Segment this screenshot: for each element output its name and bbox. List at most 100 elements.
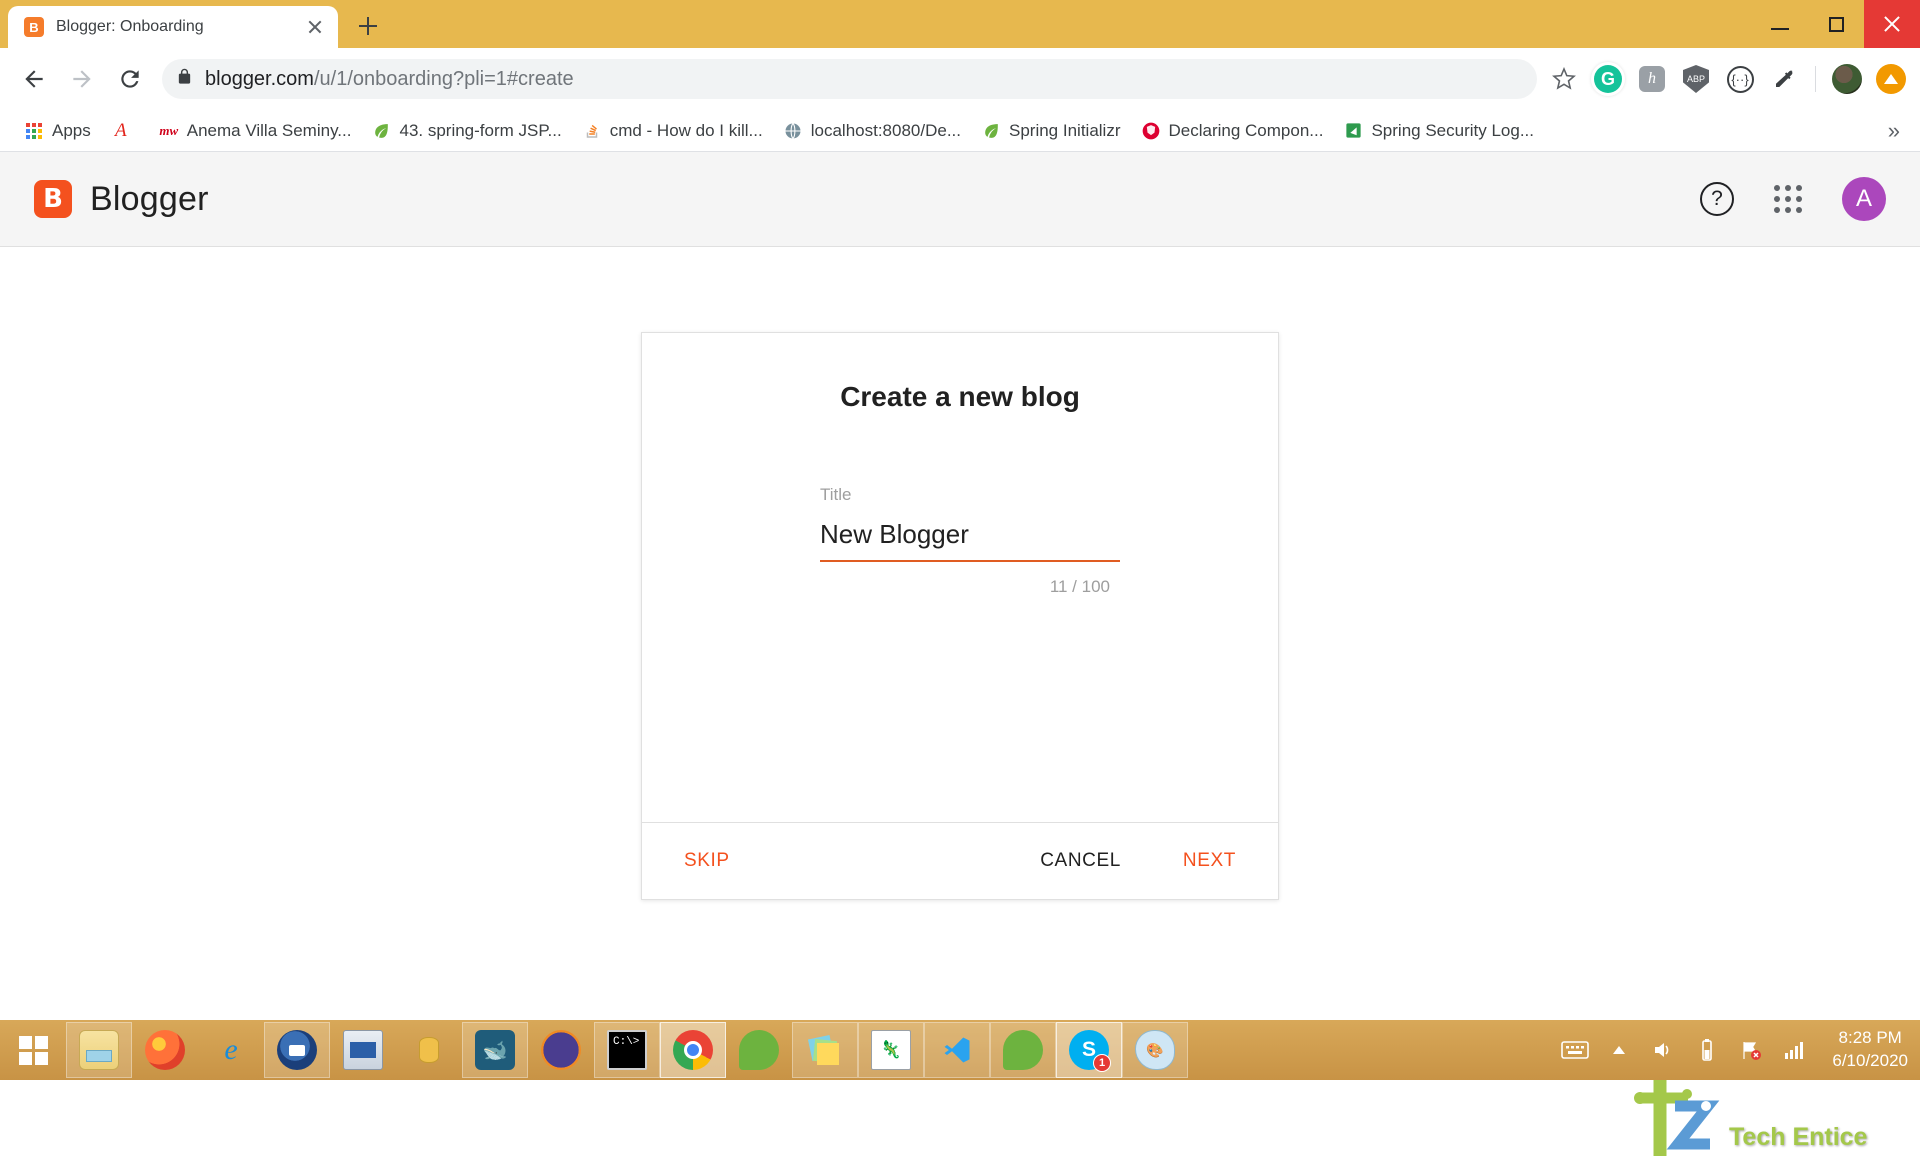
update-chrome-button[interactable] (1872, 60, 1910, 98)
signal-bars-icon[interactable] (1780, 1035, 1810, 1065)
eclipse-icon[interactable] (528, 1022, 594, 1078)
sticky-notes-icon[interactable] (792, 1022, 858, 1078)
network-error-icon[interactable] (1736, 1035, 1766, 1065)
remote-desktop-icon[interactable] (330, 1022, 396, 1078)
database-tool-icon[interactable] (396, 1022, 462, 1078)
next-button[interactable]: NEXT (1169, 840, 1250, 882)
windows-taskbar: e 🐋 C:\> 🦎 S 1 🎨 8:28 PM 6/10/2020 (0, 1020, 1920, 1080)
adobe-acrobat-icon: A (114, 119, 127, 141)
back-arrow-icon[interactable] (10, 55, 58, 103)
help-circle-icon[interactable]: ? (1700, 182, 1734, 216)
url-domain: blogger.com (205, 67, 314, 90)
clock-date: 6/10/2020 (1832, 1051, 1908, 1070)
tab-strip: B Blogger: Onboarding (0, 0, 1920, 48)
eyedropper-extension-icon[interactable] (1765, 60, 1803, 98)
google-apps-grid-icon[interactable] (1774, 185, 1802, 213)
firefox-icon[interactable] (132, 1022, 198, 1078)
spring-tool-suite-icon[interactable] (726, 1022, 792, 1078)
blogger-logo[interactable]: B Blogger (34, 180, 209, 219)
mw-icon: mw (159, 122, 179, 138)
minimize-button[interactable] (1752, 0, 1808, 48)
show-hidden-icons-icon[interactable] (1604, 1035, 1634, 1065)
bookmarks-bar: Apps A mw Anema Villa Seminy... 43. spri… (0, 110, 1920, 152)
bookmarks-overflow-button[interactable]: » (1888, 118, 1906, 144)
character-counter: 11 / 100 (1049, 577, 1110, 596)
toolbar-divider (1815, 66, 1816, 92)
grammarly-extension-icon[interactable]: G (1589, 60, 1627, 98)
dialog-body: Create a new blog Title 11 / 100 (642, 333, 1278, 822)
address-bar[interactable]: blogger.com/u/1/onboarding?pli=1#create (162, 59, 1537, 99)
toolbar-icons: G h ABP {··} (1545, 60, 1910, 98)
url-path: /u/1/onboarding?pli=1#create (313, 67, 574, 90)
spring-leaf-icon[interactable] (990, 1022, 1056, 1078)
google-chrome-icon[interactable] (660, 1022, 726, 1078)
skip-button[interactable]: SKIP (670, 840, 744, 882)
clock-time: 8:28 PM (1838, 1028, 1902, 1048)
window-close-button[interactable] (1864, 0, 1920, 48)
maximize-button[interactable] (1808, 0, 1864, 48)
reload-icon[interactable] (106, 55, 154, 103)
title-field-label: Title (820, 485, 852, 504)
bookmark-label: localhost:8080/De... (810, 120, 961, 140)
cancel-button[interactable]: CANCEL (1026, 840, 1135, 882)
thunderbird-icon[interactable] (264, 1022, 330, 1078)
system-tray: 8:28 PM 6/10/2020 (1560, 1027, 1920, 1073)
title-field-group: Title 11 / 100 (810, 485, 1120, 597)
bookmark-apps[interactable]: Apps (14, 117, 101, 145)
bookmark-cmd-kill[interactable]: cmd - How do I kill... (572, 117, 773, 145)
account-avatar[interactable]: A (1842, 177, 1886, 221)
header-actions: ? A (1700, 177, 1886, 221)
bookmark-spring-security-log[interactable]: Spring Security Log... (1333, 117, 1544, 145)
skype-icon[interactable]: S 1 (1056, 1022, 1122, 1078)
blogger-favicon-icon: B (24, 17, 44, 37)
blogger-wordmark: Blogger (90, 179, 209, 218)
volume-icon[interactable] (1648, 1035, 1678, 1065)
blogger-header: B Blogger ? A (0, 152, 1920, 247)
leaf-icon (371, 121, 391, 141)
internet-explorer-icon[interactable]: e (198, 1022, 264, 1078)
browser-toolbar: blogger.com/u/1/onboarding?pli=1#create … (0, 48, 1920, 110)
bookmark-declaring-component[interactable]: Declaring Compon... (1131, 117, 1334, 145)
visual-studio-code-icon[interactable] (924, 1022, 990, 1078)
tab-title: Blogger: Onboarding (56, 18, 204, 35)
bookmark-label: Apps (52, 120, 91, 140)
blogger-mark-letter: B (43, 184, 63, 214)
leaf-icon (981, 121, 1001, 141)
taskbar-clock[interactable]: 8:28 PM 6/10/2020 (1824, 1027, 1908, 1073)
title-input[interactable] (820, 519, 1120, 562)
windows-start-icon[interactable] (0, 1020, 66, 1080)
bookmark-spring-form-jsp[interactable]: 43. spring-form JSP... (361, 117, 571, 145)
file-explorer-icon[interactable] (66, 1022, 132, 1078)
bookmark-label: cmd - How do I kill... (609, 120, 763, 140)
bookmark-label: Anema Villa Seminy... (186, 120, 352, 140)
bookmark-localhost[interactable]: localhost:8080/De... (773, 117, 971, 145)
apps-grid-icon (24, 121, 44, 141)
paint-icon[interactable]: 🎨 (1122, 1022, 1188, 1078)
browser-tab[interactable]: B Blogger: Onboarding (8, 6, 338, 48)
tab-close-icon[interactable] (302, 14, 328, 40)
notepad-plus-plus-icon[interactable]: 🦎 (858, 1022, 924, 1078)
forward-arrow-icon[interactable] (58, 55, 106, 103)
code-braces-extension-icon[interactable]: {··} (1721, 60, 1759, 98)
touch-keyboard-icon[interactable] (1560, 1035, 1590, 1065)
bookmark-adobe[interactable]: A (101, 117, 149, 145)
chrome-browser-window: B Blogger: Onboarding blogger.com/u/1/on… (0, 0, 1920, 1156)
stackoverflow-icon (582, 121, 602, 141)
angular-icon (1141, 121, 1161, 141)
star-icon[interactable] (1545, 60, 1583, 98)
bookmark-label: 43. spring-form JSP... (399, 120, 562, 140)
mysql-workbench-icon[interactable]: 🐋 (462, 1022, 528, 1078)
profile-avatar[interactable] (1828, 60, 1866, 98)
bookmark-label: Declaring Compon... (1168, 120, 1324, 140)
bookmark-spring-initializr[interactable]: Spring Initializr (971, 117, 1131, 145)
blogger-mark-icon: B (34, 180, 72, 218)
command-prompt-icon[interactable]: C:\> (594, 1022, 660, 1078)
honey-extension-icon[interactable]: h (1633, 60, 1671, 98)
new-tab-button[interactable] (348, 6, 388, 46)
bookmark-label: Spring Security Log... (1371, 120, 1534, 140)
bookmark-anema-villa[interactable]: mw Anema Villa Seminy... (149, 117, 362, 145)
adblock-shield-extension-icon[interactable]: ABP (1677, 60, 1715, 98)
green-doc-icon (1343, 121, 1363, 141)
lock-icon (176, 68, 193, 90)
battery-icon[interactable] (1692, 1035, 1722, 1065)
